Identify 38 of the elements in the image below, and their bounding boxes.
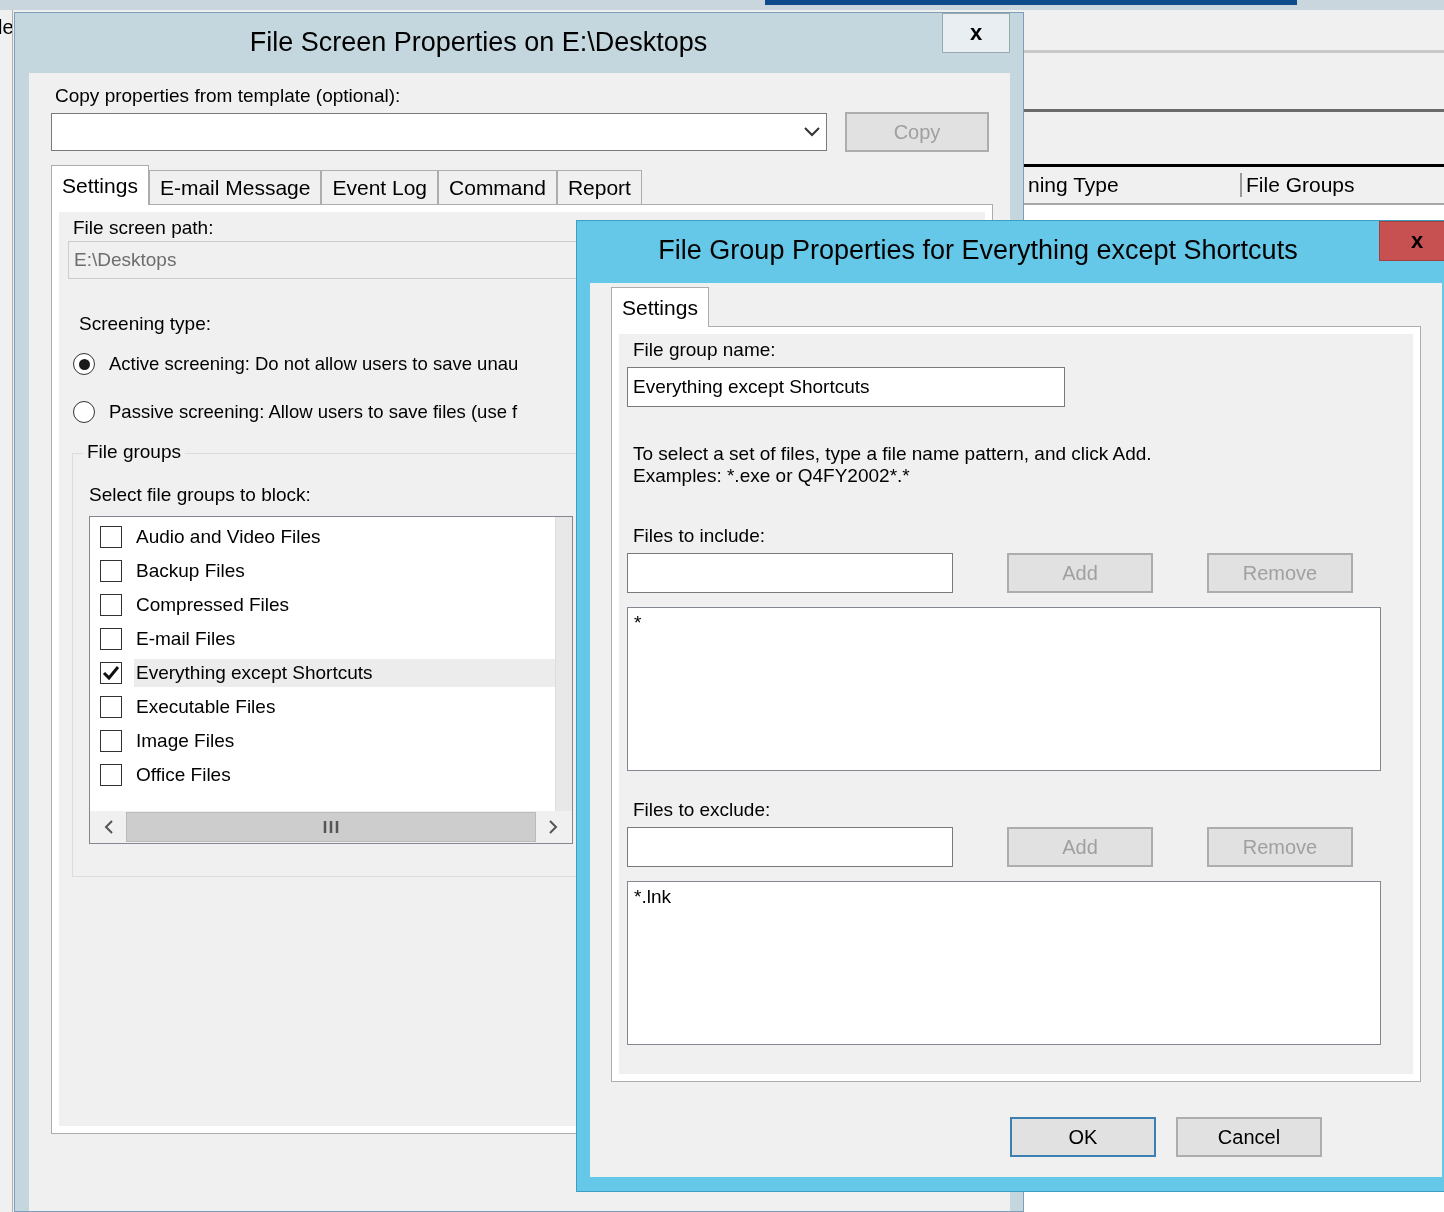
window-title: File Group Properties for Everything except Shortcuts: [657, 234, 1299, 266]
field-label: Files to exclude:: [633, 799, 772, 821]
list-item[interactable]: E-mail Files: [134, 625, 555, 653]
tab[interactable]: Command: [438, 170, 557, 205]
field-label: File screen path:: [73, 217, 215, 239]
field-label: Select file groups to block:: [89, 484, 312, 506]
radio-label[interactable]: Passive screening: Allow users to save files (use f: [109, 401, 518, 423]
list-item[interactable]: Everything except Shortcuts: [134, 659, 555, 687]
list-item[interactable]: Executable Files: [134, 693, 555, 721]
tab[interactable]: E-mail Message: [148, 170, 322, 205]
pattern-list[interactable]: *.lnk: [627, 881, 1381, 1045]
section-label: Screening type:: [79, 313, 213, 335]
tab[interactable]: Report: [556, 170, 642, 205]
cancel-button[interactable]: Cancel: [1176, 1117, 1322, 1157]
column-header[interactable]: File Groups: [1242, 173, 1367, 197]
tab[interactable]: Settings: [51, 165, 149, 205]
pattern-item[interactable]: *.lnk: [634, 886, 1374, 908]
ok-button[interactable]: OK: [1010, 1117, 1156, 1157]
pattern-list[interactable]: *: [627, 607, 1381, 771]
field-label: Files to include:: [633, 525, 766, 547]
list-item[interactable]: Audio and Video Files: [134, 523, 555, 551]
radio-label[interactable]: Active screening: Do not allow users to save unau: [109, 353, 519, 375]
field-label: File group name:: [633, 339, 777, 361]
field-label: Copy properties from template (optional):: [55, 85, 402, 107]
tab[interactable]: Settings: [611, 287, 709, 327]
pattern-item[interactable]: *: [634, 612, 1374, 634]
name-field[interactable]: Everything except Shortcuts: [627, 367, 1065, 407]
close-button[interactable]: x: [942, 13, 1010, 53]
list-item[interactable]: Compressed Files: [134, 591, 555, 619]
instruction-text: To select a set of files, type a file name pattern, and click Add.: [633, 443, 1153, 465]
window-title: File Screen Properties on E:\Desktops: [248, 26, 709, 58]
list-item[interactable]: Office Files: [134, 761, 555, 789]
list-item[interactable]: Image Files: [134, 727, 555, 755]
close-button[interactable]: x: [1379, 221, 1444, 261]
menu-text: le: [0, 16, 12, 39]
tab[interactable]: Event Log: [321, 170, 439, 205]
list-item[interactable]: Backup Files: [134, 557, 555, 585]
instruction-text: Examples: *.exe or Q4FY2002*.*: [633, 465, 911, 487]
